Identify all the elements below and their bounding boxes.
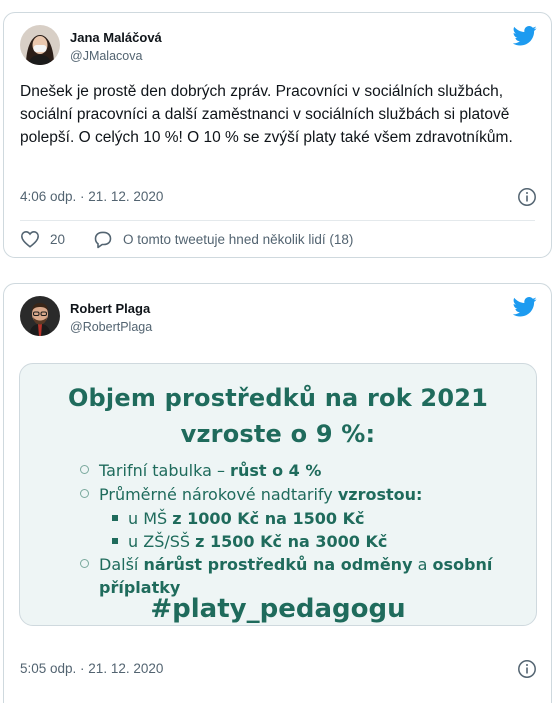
tweet-timestamp[interactable]: 5:05 odp. · 21. 12. 2020 — [20, 661, 163, 676]
author-handle[interactable]: @JMalacova — [70, 49, 142, 63]
avatar[interactable] — [20, 296, 60, 336]
divider — [20, 220, 535, 221]
author-name[interactable]: Jana Maláčová — [70, 30, 162, 45]
image-title-line2: vzroste o 9 %: — [180, 420, 376, 448]
image-bullet: Průměrné nárokové nadtarify vzrostou: — [80, 485, 422, 504]
twitter-bird-icon[interactable] — [513, 297, 537, 317]
twitter-bird-icon[interactable] — [513, 26, 537, 46]
tweet-card[interactable]: Robert Plaga @RobertPlaga Objem prostřed… — [3, 283, 552, 703]
like-count: 20 — [50, 231, 66, 247]
like-button[interactable]: 20 — [20, 230, 65, 248]
image-sub-bullet: u MŠ z 1000 Kč na 1500 Kč — [112, 509, 364, 528]
tweet-text: Dnešek je prostě den dobrých zpráv. Prac… — [20, 83, 513, 146]
author-name[interactable]: Robert Plaga — [70, 301, 150, 316]
replies-label: O tomto tweetuje hned několik lidí (18) — [123, 232, 354, 247]
reply-icon — [94, 231, 112, 249]
image-sub-bullet: u ZŠ/SŠ z 1500 Kč na 3000 Kč — [112, 532, 387, 551]
tweet-image[interactable]: Objem prostředků na rok 2021 vzroste o 9… — [19, 363, 537, 626]
tweet-card[interactable]: Jana Maláčová @JMalacova Dnešek je prost… — [3, 12, 552, 258]
image-bullet: Další nárůst prostředků na odměny a osob… — [80, 555, 492, 574]
image-title-line1: Objem prostředků na rok 2021 — [67, 384, 489, 412]
replies-link[interactable]: O tomto tweetuje hned několik lidí (18) — [93, 230, 353, 249]
info-icon[interactable] — [517, 187, 537, 207]
image-hashtag: #platy_pedagogu — [150, 594, 406, 624]
heart-icon — [21, 231, 39, 248]
tweet-timestamp[interactable]: 4:06 odp. · 21. 12. 2020 — [20, 189, 163, 204]
info-icon[interactable] — [517, 659, 537, 679]
avatar[interactable] — [20, 25, 60, 65]
author-handle[interactable]: @RobertPlaga — [70, 320, 152, 334]
image-bullet: Tarifní tabulka – růst o 4 % — [80, 461, 321, 480]
